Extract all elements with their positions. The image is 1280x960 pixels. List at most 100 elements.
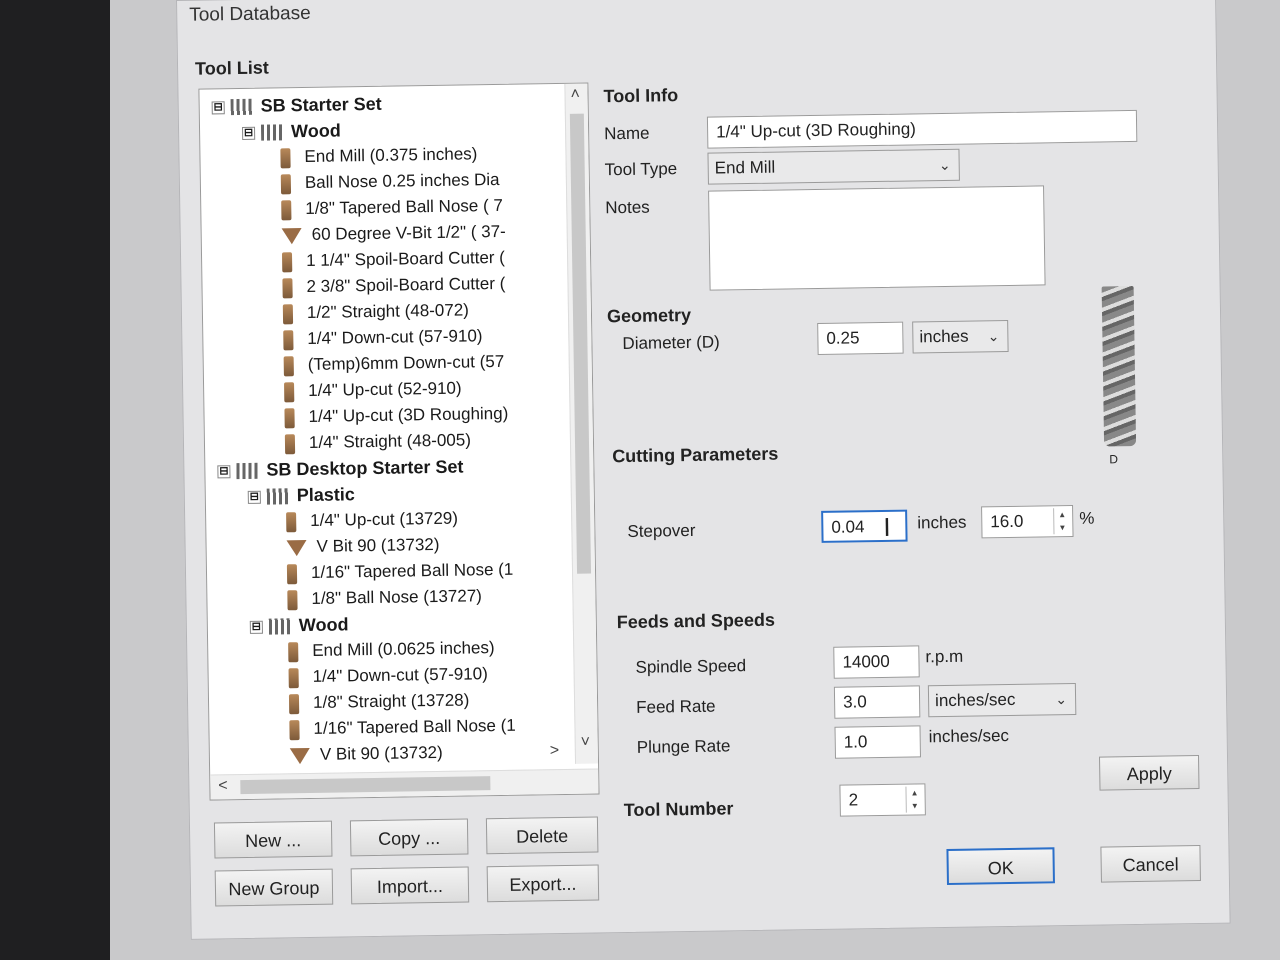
end-mill-icon (281, 199, 292, 220)
tree-group-row[interactable]: ⊟ Wood (249, 611, 349, 639)
feed-rate-field[interactable]: 3.0 (833, 685, 921, 719)
tree-tool-row[interactable]: 1/8" Ball Nose (13727) (287, 583, 482, 612)
tree-row-label: Wood (298, 614, 349, 636)
tree-row-label: 1/16" Tapered Ball Nose (1 (310, 559, 514, 582)
tree-tool-row[interactable]: 1/2" Straight (48-072) (282, 297, 469, 326)
tree-tool-row[interactable]: 60 Degree V-Bit 1/2" ( 37- (281, 219, 506, 249)
collapse-toggle-icon[interactable]: ⊟ (247, 490, 261, 504)
collapse-toggle-icon[interactable]: ⊟ (217, 464, 231, 479)
tree-row-label: V Bit 90 (13732) (316, 534, 440, 556)
tree-tool-row[interactable]: End Mill (0.0625 inches) (288, 635, 495, 664)
tree-row-label: Wood (290, 120, 341, 142)
end-mill-icon (284, 433, 296, 454)
diameter-field[interactable]: 0.25 (817, 321, 904, 355)
plunge-rate-field[interactable]: 1.0 (834, 725, 921, 759)
tree-row-label: 1/4" Up-cut (13729) (310, 508, 459, 530)
tool-number-spinner-icon[interactable]: ▲ ▼ (905, 786, 923, 813)
feed-rate-units-select[interactable]: inches/sec ⌄ (927, 682, 1077, 718)
tree-tool-row[interactable]: 1/16" Tapered Ball Nose (1 (286, 557, 514, 587)
tree-tool-row[interactable]: Ball Nose 0.25 inches Dia (280, 167, 500, 196)
stepover-spinner-icon[interactable]: ▲ ▼ (1053, 508, 1071, 535)
tool-group-icon (230, 99, 253, 116)
tree-tool-row[interactable]: End Mill (0.375 inches) (280, 141, 478, 170)
tree-tool-row[interactable]: 2 3/8" Spoil-Board Cutter ( (282, 271, 505, 300)
notes-textarea[interactable] (708, 185, 1046, 291)
tool-diagram-image (1101, 285, 1137, 447)
stepover-label: Stepover (627, 520, 696, 541)
geometry-heading: Geometry (606, 304, 692, 327)
feed-rate-label: Feed Rate (636, 696, 716, 717)
plunge-rate-label: Plunge Rate (636, 736, 731, 757)
tree-tool-row[interactable]: 1/8" Straight (13728) (288, 687, 470, 716)
tree-tool-row[interactable]: 1/4" Up-cut (3D Roughing) (284, 401, 508, 431)
import-button[interactable]: Import... (350, 866, 470, 905)
tree-row-label: 1/8" Tapered Ball Nose ( 7 (305, 195, 503, 218)
tree-group-row[interactable]: ⊟ SB Starter Set (211, 91, 382, 120)
tree-row-label: SB Desktop Starter Set (266, 456, 464, 480)
name-field[interactable]: 1/4" Up-cut (3D Roughing) (706, 109, 1138, 149)
spindle-speed-field[interactable]: 14000 (833, 645, 920, 679)
tree-row-label: V Bit 90 (13732) (319, 742, 443, 764)
scroll-left-arrow-icon[interactable]: < (218, 777, 228, 795)
tree-tool-row[interactable]: V Bit 90 (13732) (286, 532, 440, 560)
tree-tool-row[interactable]: 1/4" Straight (48-005) (284, 427, 472, 456)
ok-button[interactable]: OK (946, 847, 1055, 885)
tree-group-row[interactable]: ⊟ Wood (241, 117, 341, 145)
tree-tool-row[interactable]: V Bit 90 (13732) (289, 740, 443, 768)
tree-row-label: 1/8" Ball Nose (13727) (311, 586, 483, 608)
delete-tool-button[interactable]: Delete (485, 816, 599, 855)
tool-type-label: Tool Type (604, 159, 678, 180)
tree-row-label: 1/4" Straight (48-005) (308, 430, 472, 452)
tree-row-label: 60 Degree V-Bit 1/2" ( 37- (311, 221, 506, 244)
cutting-parameters-heading: Cutting Parameters (612, 443, 779, 467)
tree-vertical-scrollbar[interactable]: ˄ ˅ (564, 83, 599, 764)
tool-list-heading: Tool List (194, 57, 269, 79)
copy-tool-button[interactable]: Copy ... (349, 818, 469, 857)
tree-vertical-scroll-thumb[interactable] (569, 113, 592, 574)
stepover-field[interactable]: 0.04 (821, 509, 908, 543)
tree-row-label: End Mill (0.375 inches) (304, 144, 478, 167)
tree-tool-row[interactable]: 1/4" Down-cut (57-910) (288, 661, 488, 690)
export-button[interactable]: Export... (486, 864, 600, 903)
plunge-rate-unit: inches/sec (928, 726, 1010, 747)
diameter-units-select[interactable]: inches ⌄ (912, 319, 1009, 354)
scroll-right-arrow-icon[interactable]: > (550, 742, 560, 760)
collapse-toggle-icon[interactable]: ⊟ (241, 126, 256, 140)
tree-row-label: 1 1/4" Spoil-Board Cutter ( (305, 247, 506, 270)
tool-group-icon (260, 124, 284, 141)
tool-group-icon (266, 488, 289, 505)
tree-horizontal-scrollbar[interactable]: < > (210, 742, 599, 800)
tree-horizontal-scroll-thumb[interactable] (240, 776, 491, 795)
tree-group-row[interactable]: ⊟ SB Desktop Starter Set (217, 454, 464, 484)
tree-tool-row[interactable]: 1 1/4" Spoil-Board Cutter ( (281, 245, 506, 274)
tree-row-label: 1/16" Tapered Ball Nose (1 (313, 715, 516, 738)
v-bit-icon (286, 539, 307, 556)
new-tool-button[interactable]: New ... (213, 820, 333, 859)
end-mill-icon (286, 511, 297, 532)
diameter-label: Diameter (D) (622, 332, 720, 354)
collapse-toggle-icon[interactable]: ⊟ (249, 620, 263, 634)
tree-tool-row[interactable]: (Temp)6mm Down-cut (57 (283, 349, 505, 378)
tree-tool-row[interactable]: 1/4" Up-cut (13729) (286, 506, 458, 535)
scroll-up-arrow-icon[interactable]: ˄ (570, 86, 580, 104)
apply-button[interactable]: Apply (1098, 755, 1200, 791)
stepover-percent-field[interactable]: 16.0 ▲ ▼ (981, 504, 1074, 539)
tool-number-field[interactable]: 2 ▲ ▼ (839, 783, 926, 817)
collapse-toggle-icon[interactable]: ⊟ (211, 100, 225, 115)
tool-type-select[interactable]: End Mill ⌄ (707, 148, 960, 185)
tree-tool-row[interactable]: 1/8" Tapered Ball Nose ( 7 (281, 193, 503, 222)
text-cursor-icon: I (883, 511, 891, 542)
tree-row-label: 1/8" Straight (13728) (312, 690, 470, 712)
percent-label: % (1079, 508, 1095, 528)
end-mill-icon (282, 277, 293, 298)
cancel-button[interactable]: Cancel (1100, 845, 1201, 883)
tree-row-label: 2 3/8" Spoil-Board Cutter ( (306, 273, 506, 296)
tree-tool-row[interactable]: 1/16" Tapered Ball Nose (1 (289, 713, 516, 743)
tool-tree[interactable]: ⊟ SB Starter Set ⊟ Wood End Mill (0.375 inch… (198, 82, 600, 801)
new-group-button[interactable]: New Group (214, 868, 334, 907)
tree-tool-row[interactable]: 1/4" Down-cut (57-910) (283, 323, 483, 352)
scroll-down-arrow-icon[interactable]: ˅ (581, 734, 591, 752)
v-bit-icon (289, 747, 311, 764)
tree-tool-row[interactable]: 1/4" Up-cut (52-910) (284, 376, 462, 405)
tree-group-row[interactable]: ⊟ Plastic (247, 481, 355, 509)
